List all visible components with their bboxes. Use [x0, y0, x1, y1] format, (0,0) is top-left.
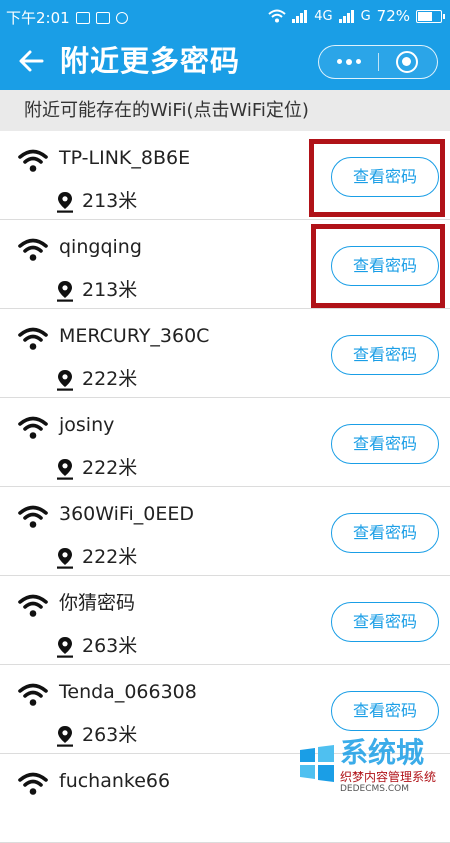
view-password-button[interactable]: 查看密码 [331, 602, 439, 642]
watermark-subtitle: 织梦内容管理系统 [340, 770, 437, 784]
wifi-icon [18, 416, 48, 440]
signal-icon [292, 9, 308, 23]
wifi-ssid: TP-LINK_8B6E [59, 147, 191, 169]
location-pin-icon [56, 636, 74, 658]
wifi-distance: 263米 [82, 635, 138, 657]
mini-program-capsule [318, 45, 438, 79]
status-time: 下午2:01 [6, 9, 70, 27]
location-pin-icon [56, 547, 74, 569]
highlight-box [311, 224, 445, 308]
location-pin-icon [56, 458, 74, 480]
notification-icon [95, 11, 110, 24]
wifi-icon [18, 327, 48, 351]
view-password-button[interactable]: 查看密码 [331, 424, 439, 464]
wifi-list-item[interactable]: 你猜密码 263米 查看密码 [0, 576, 450, 665]
wifi-icon [18, 149, 48, 173]
back-arrow-icon[interactable] [16, 46, 46, 76]
wifi-icon [18, 505, 48, 529]
close-target-icon[interactable] [396, 51, 418, 73]
wifi-ssid: fuchanke66 [59, 770, 171, 792]
watermark-url: DEDECMS.COM [340, 784, 409, 794]
capsule-divider [378, 53, 379, 71]
view-password-button[interactable]: 查看密码 [331, 513, 439, 553]
wifi-list-item[interactable]: 360WiFi_0EED 222米 查看密码 [0, 487, 450, 576]
wifi-distance: 213米 [82, 190, 138, 212]
wifi-ssid: qingqing [59, 236, 142, 258]
battery-percent: 72% [376, 7, 410, 25]
more-icon[interactable] [319, 46, 378, 77]
watermark-brand: 系统城 [340, 736, 425, 769]
wifi-ssid: MERCURY_360C [59, 325, 210, 347]
notification-icon [115, 11, 128, 24]
watermark-logo-icon [300, 745, 334, 782]
notification-icon [75, 11, 90, 24]
location-pin-icon [56, 369, 74, 391]
location-pin-icon [56, 191, 74, 213]
wifi-list-item[interactable]: MERCURY_360C 222米 查看密码 [0, 309, 450, 398]
wifi-ssid: 360WiFi_0EED [59, 503, 194, 525]
highlight-box [309, 139, 445, 217]
section-header: 附近可能存在的WiFi(点击WiFi定位) [0, 90, 450, 131]
wifi-icon [18, 772, 48, 796]
view-password-button[interactable]: 查看密码 [331, 335, 439, 375]
page-title: 附近更多密码 [60, 44, 241, 78]
wifi-icon [18, 594, 48, 618]
nav-bar: 附近更多密码 [0, 32, 450, 90]
wifi-icon [18, 683, 48, 707]
network-4g-label: 4G [314, 8, 333, 24]
wifi-ssid: josiny [59, 414, 115, 436]
wifi-list-item[interactable]: josiny 222米 查看密码 [0, 398, 450, 487]
wifi-distance: 213米 [82, 279, 138, 301]
wifi-status-icon [268, 9, 286, 23]
wifi-ssid: Tenda_066308 [59, 681, 197, 703]
wifi-distance: 222米 [82, 457, 138, 479]
wifi-distance: 222米 [82, 546, 138, 568]
location-pin-icon [56, 280, 74, 302]
wifi-distance: 222米 [82, 368, 138, 390]
signal-icon [338, 9, 354, 23]
status-bar: 下午2:01 4G G 72% [0, 0, 450, 32]
location-pin-icon [56, 725, 74, 747]
battery-icon [416, 9, 445, 23]
view-password-button[interactable]: 查看密码 [331, 691, 439, 731]
status-left: 下午2:01 [6, 7, 128, 28]
watermark: 系统城 织梦内容管理系统 DEDECMS.COM [296, 736, 446, 796]
status-right: 4G G 72% [268, 7, 445, 25]
wifi-distance: 263米 [82, 724, 138, 746]
wifi-icon [18, 238, 48, 262]
network-g-label: G [360, 8, 371, 24]
wifi-ssid: 你猜密码 [59, 592, 136, 614]
